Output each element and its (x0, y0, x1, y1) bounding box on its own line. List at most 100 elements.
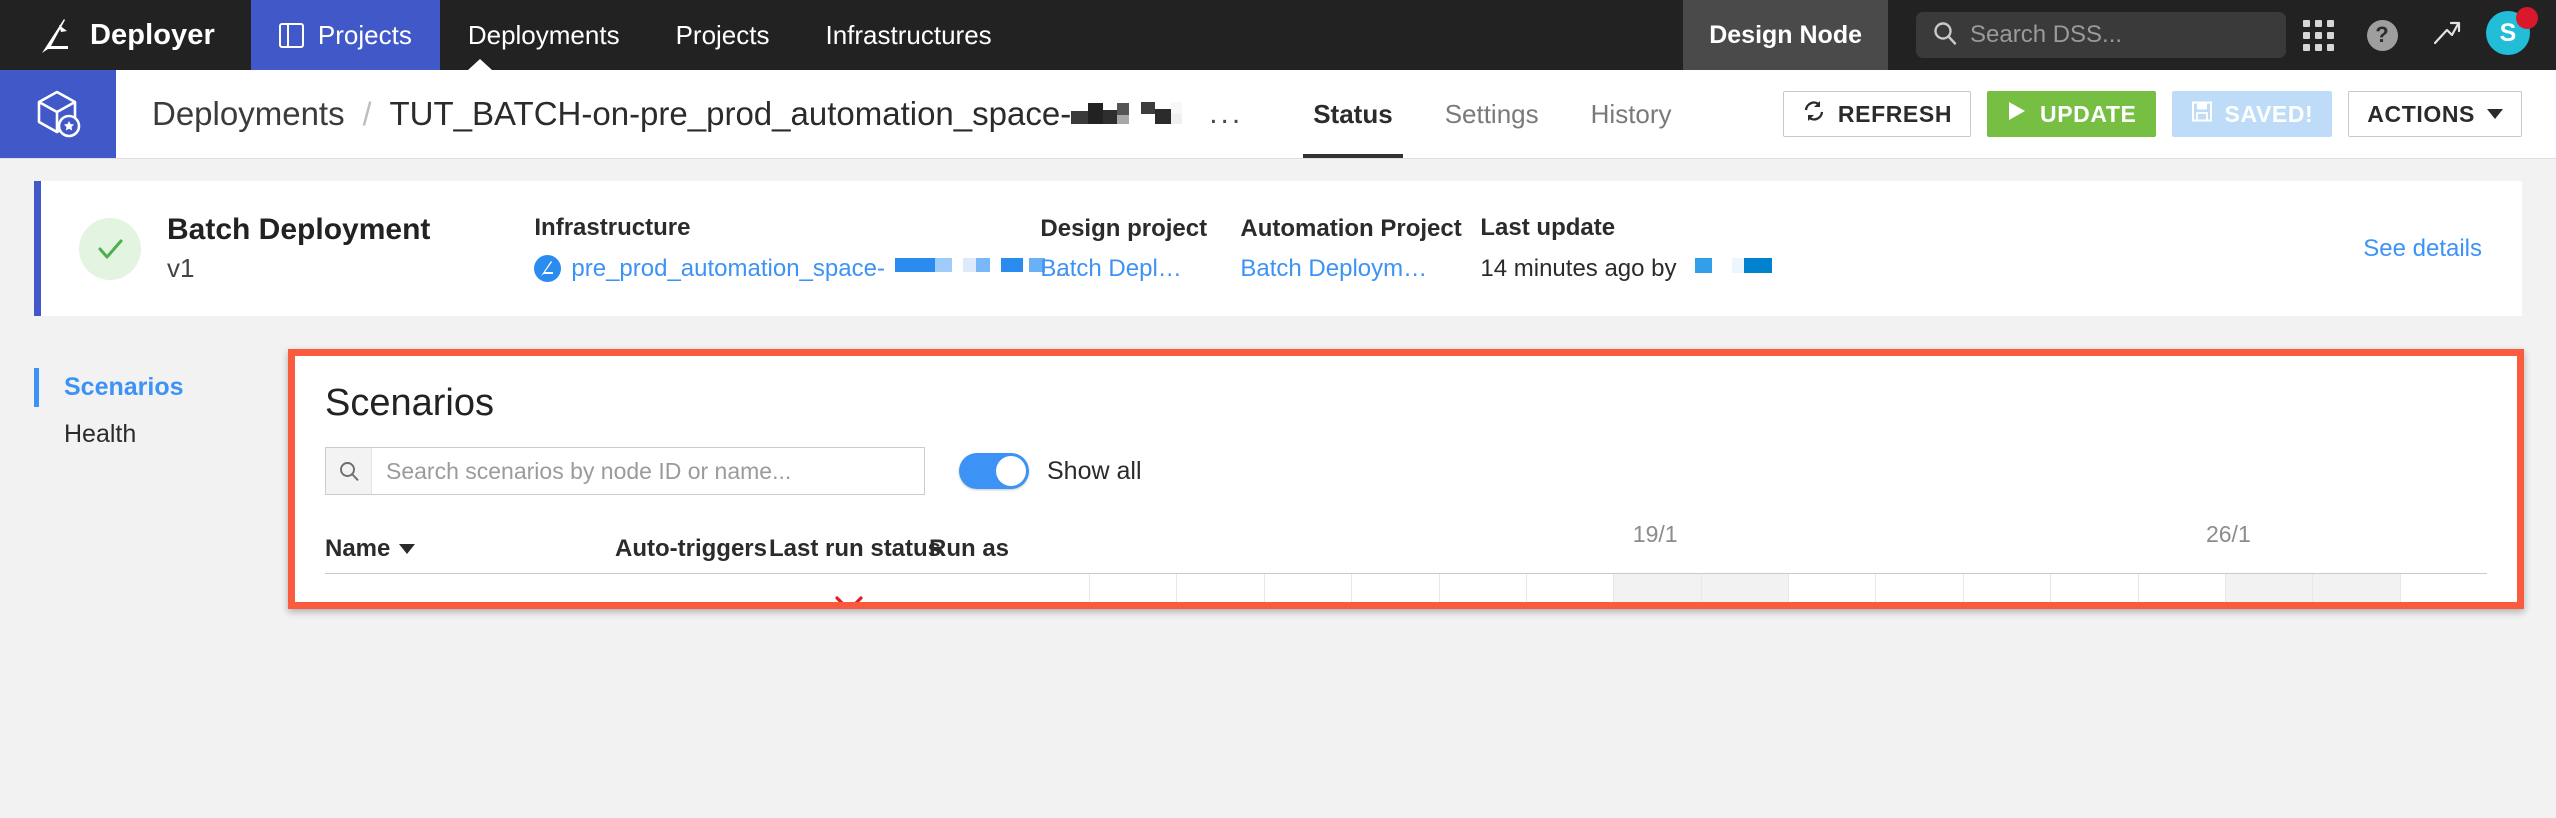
refresh-button[interactable]: REFRESH (1782, 91, 1972, 137)
tab-status[interactable]: Status (1287, 70, 1418, 158)
scenario-auto-triggers: Yes (613, 599, 769, 603)
sidebar-item-health[interactable]: Health (34, 411, 274, 458)
timeline-cell (1525, 574, 1613, 602)
help-question-icon: ? (2366, 19, 2398, 51)
column-header-label: Name (325, 535, 391, 562)
header-spacer (1698, 70, 1783, 158)
actions-dropdown-button[interactable]: ACTIONS (2348, 91, 2522, 137)
search-input[interactable] (372, 448, 924, 494)
brand-name: Deployer (90, 18, 215, 51)
search-icon (1932, 20, 1958, 51)
apps-grid-button[interactable] (2286, 0, 2350, 70)
table-row[interactable]: Data Refresh Yes (325, 574, 2487, 602)
save-disk-icon (2191, 100, 2213, 129)
global-search-placeholder: Search DSS... (1970, 21, 2123, 48)
caret-down-icon (399, 544, 416, 554)
scenarios-panel-highlight: Scenarios Show all (288, 349, 2524, 609)
breadcrumb: Deployments / TUT_BATCH-on-pre_prod_auto… (116, 70, 1243, 158)
timeline-tick: 19/1 (1632, 521, 1678, 547)
play-icon (2006, 99, 2028, 129)
help-button[interactable]: ? (2350, 0, 2414, 70)
scenarios-panel: Scenarios Show all (295, 356, 2517, 602)
timeline-cell (2399, 574, 2487, 602)
update-button[interactable]: UPDATE (1987, 91, 2156, 137)
timeline-cell (1438, 574, 1526, 602)
timeline-cell (1176, 574, 1263, 602)
sidebar-item-scenarios[interactable]: Scenarios (34, 364, 274, 411)
section-sidebar: Scenarios Health (34, 364, 274, 458)
tab-label: History (1590, 98, 1672, 129)
see-details-link[interactable]: See details (2363, 235, 2482, 263)
saved-label: SAVED! (2224, 100, 2314, 127)
infrastructure-column: Infrastructure pre_prod_automation_space… (534, 214, 1067, 283)
nav-item-label: Deployments (467, 19, 620, 50)
design-project-column: Design project Batch Depl… (1040, 215, 1240, 283)
design-project-value: Batch Depl… (1040, 255, 1240, 283)
table-header-row: Name Auto-triggers Last run status Run a… (325, 521, 2487, 563)
page-body: Batch Deployment v1 Infrastructure pre_p… (0, 159, 2556, 818)
title-overflow-ellipsis: ... (1209, 97, 1244, 130)
deployment-box-icon (0, 70, 116, 158)
deployment-summary-card: Batch Deployment v1 Infrastructure pre_p… (34, 181, 2522, 316)
tab-label: Status (1313, 98, 1393, 129)
tab-history[interactable]: History (1565, 70, 1698, 158)
automation-project-value: Batch Deploym… (1240, 255, 1480, 283)
nav-item-infrastructures[interactable]: Infrastructures (797, 0, 1019, 70)
page-tabs: Status Settings History (1287, 70, 1697, 158)
last-update-text: 14 minutes ago by (1480, 254, 1677, 282)
breadcrumb-separator: / (362, 95, 372, 132)
timeline-cell-weekend (1613, 574, 1701, 602)
timeline-cell (1263, 574, 1351, 602)
nav-item-projects-current[interactable]: Projects (250, 0, 440, 70)
nav-item-projects[interactable]: Projects (648, 0, 798, 70)
timeline-cell (1875, 574, 1962, 602)
timeline-cell (2137, 574, 2225, 602)
trending-button[interactable] (2414, 0, 2478, 70)
nav-right-tools: Search DSS... ? S (1888, 0, 2556, 70)
redacted-user-blocks (1687, 254, 1787, 283)
timeline-cell-weekend (2224, 574, 2313, 602)
search-icon (326, 448, 372, 494)
chevron-down-icon (2487, 109, 2503, 119)
brand-home-link[interactable]: Deployer (0, 0, 251, 70)
sidebar-item-label: Health (64, 420, 137, 448)
tab-settings[interactable]: Settings (1419, 70, 1565, 158)
timeline-cell (1351, 574, 1438, 602)
timeline-cell (1089, 574, 1176, 602)
infrastructure-link[interactable]: pre_prod_automation_space- (571, 255, 885, 283)
actions-label: ACTIONS (2367, 100, 2475, 127)
user-avatar-button[interactable]: S (2486, 7, 2538, 59)
automation-project-link[interactable]: Batch Deploym… (1240, 255, 1427, 283)
scenario-search-field[interactable] (325, 447, 925, 495)
design-project-link[interactable]: Batch Depl… (1040, 255, 1181, 283)
window-panel-icon (278, 22, 304, 48)
design-node-switcher[interactable]: Design Node (1683, 0, 1888, 70)
breadcrumb-root-link[interactable]: Deployments (152, 95, 345, 133)
column-header-name[interactable]: Name (325, 535, 613, 563)
apps-grid-icon (2302, 19, 2334, 51)
scenario-run-as (929, 598, 1089, 602)
scenarios-controls: Show all (325, 447, 2487, 495)
timeline-cell-weekend (1700, 574, 1788, 602)
scenario-last-run-status (769, 593, 929, 602)
top-navigation-bar: Deployer Projects Deployments Projects I… (0, 0, 2556, 70)
timeline-grid (1089, 574, 2487, 602)
toggle-knob (996, 456, 1026, 486)
nav-item-deployments[interactable]: Deployments (440, 0, 648, 70)
timeline-cell-weekend (2312, 574, 2400, 602)
deployment-type-title: Batch Deployment (167, 213, 431, 246)
saved-button[interactable]: SAVED! (2171, 91, 2333, 137)
dataiku-bird-logo-icon (38, 15, 72, 55)
timeline-cell (2050, 574, 2137, 602)
check-circle-icon (79, 217, 141, 280)
last-update-label: Last update (1480, 214, 1616, 241)
show-all-toggle[interactable] (959, 453, 1029, 489)
automation-project-label: Automation Project (1240, 214, 1462, 242)
automation-project-column: Automation Project Batch Deploym… (1240, 215, 1480, 283)
update-label: UPDATE (2040, 100, 2137, 127)
design-project-label: Design project (1040, 214, 1208, 242)
deployment-title-block: Batch Deployment v1 (167, 213, 430, 284)
scenario-name-link[interactable]: Data Refresh (325, 599, 613, 603)
global-search-box[interactable]: Search DSS... (1916, 12, 2286, 58)
